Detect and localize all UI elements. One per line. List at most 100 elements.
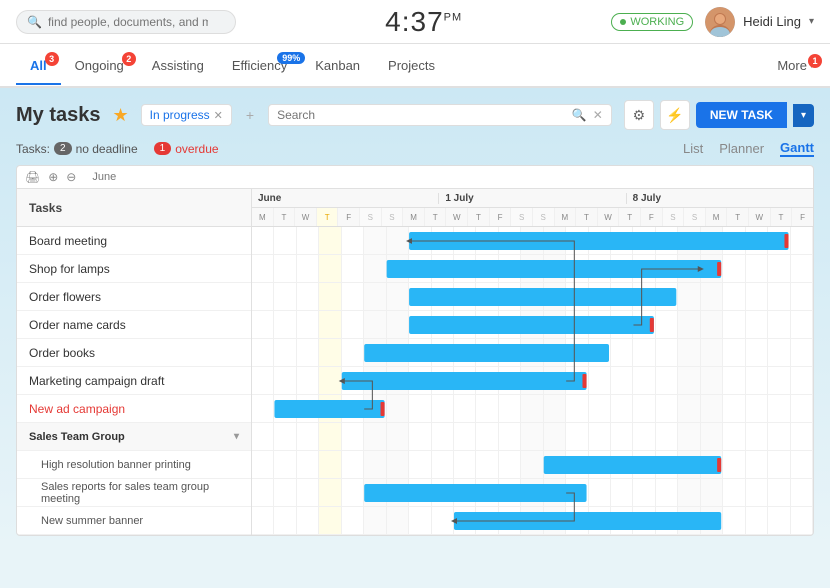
new-task-button[interactable]: NEW TASK	[696, 102, 787, 128]
gantt-cell	[342, 451, 364, 478]
gantt-cell	[432, 311, 454, 338]
gantt-cell	[274, 227, 296, 254]
gantt-cell	[342, 367, 364, 394]
search-bar[interactable]: 🔍	[16, 10, 236, 34]
gantt-cell	[387, 507, 409, 534]
day-col: W	[749, 208, 771, 226]
gantt-cell	[297, 311, 319, 338]
gantt-row	[252, 255, 813, 283]
task-row[interactable]: Order flowers	[17, 283, 251, 311]
task-row-red[interactable]: New ad campaign	[17, 395, 251, 423]
month-label: June	[92, 171, 116, 183]
gantt-cell	[432, 367, 454, 394]
gantt-cell	[746, 339, 768, 366]
gantt-cell	[544, 311, 566, 338]
task-list: Tasks Board meeting Shop for lamps Order…	[17, 189, 252, 535]
day-col: W	[598, 208, 620, 226]
group-collapse-icon[interactable]: ▾	[234, 431, 239, 442]
task-search-input[interactable]	[277, 108, 566, 122]
gantt-cell	[387, 255, 409, 282]
lightning-button[interactable]: ⚡	[660, 100, 690, 130]
favorite-icon[interactable]: ★	[113, 105, 129, 126]
day-col: T	[619, 208, 641, 226]
zoom-out-icon[interactable]: ⊖	[66, 170, 76, 184]
gantt-cell	[364, 339, 386, 366]
task-row[interactable]: Marketing campaign draft	[17, 367, 251, 395]
task-row[interactable]: Board meeting	[17, 227, 251, 255]
gantt-cell	[499, 423, 521, 450]
gantt-cell	[409, 395, 431, 422]
gantt-cell	[274, 479, 296, 506]
gantt-cell	[387, 451, 409, 478]
gantt-cell	[409, 479, 431, 506]
gantt-cell	[432, 451, 454, 478]
gantt-cell	[364, 283, 386, 310]
gantt-cell	[274, 255, 296, 282]
gantt-cell	[656, 255, 678, 282]
task-row[interactable]: Order name cards	[17, 311, 251, 339]
view-list[interactable]: List	[683, 140, 703, 157]
gantt-cell	[791, 367, 813, 394]
tab-kanban[interactable]: Kanban	[301, 48, 374, 85]
tab-all[interactable]: All 3	[16, 48, 61, 85]
gantt-cell	[274, 423, 296, 450]
gantt-cell	[252, 395, 274, 422]
gantt-cell	[364, 395, 386, 422]
gantt-cell	[409, 311, 431, 338]
gantt-cell	[521, 451, 543, 478]
gantt-cell	[678, 311, 700, 338]
task-group-row[interactable]: Sales Team Group ▾	[17, 423, 251, 451]
gantt-cell	[454, 283, 476, 310]
new-task-dropdown-button[interactable]: ▾	[793, 104, 814, 127]
inline-search-icon: 🔍	[572, 108, 587, 122]
print-icon[interactable]: 🖨	[25, 170, 40, 184]
gantt-cell	[252, 227, 274, 254]
task-row[interactable]: Shop for lamps	[17, 255, 251, 283]
gantt-cell	[656, 339, 678, 366]
gantt-cell	[633, 227, 655, 254]
task-row-sub[interactable]: High resolution banner printing	[17, 451, 251, 479]
more-menu[interactable]: More ▾ 1	[777, 58, 814, 73]
gantt-cell	[499, 395, 521, 422]
task-row-sub[interactable]: Sales reports for sales team group meeti…	[17, 479, 251, 507]
day-col: M	[706, 208, 728, 226]
gantt-cell	[723, 395, 745, 422]
header-actions: ⚙ ⚡ NEW TASK ▾	[624, 100, 814, 130]
gantt-cell	[432, 227, 454, 254]
view-planner[interactable]: Planner	[719, 140, 764, 157]
tab-ongoing[interactable]: Ongoing 2	[61, 48, 138, 85]
filter-close-icon[interactable]: ✕	[214, 109, 223, 122]
gantt-cell	[746, 507, 768, 534]
gantt-cell	[521, 311, 543, 338]
tab-efficiency[interactable]: Efficiency 99%	[218, 48, 301, 85]
tab-assisting[interactable]: Assisting	[138, 48, 218, 85]
inline-search-clear-icon[interactable]: ✕	[593, 108, 603, 122]
gantt-cell	[499, 255, 521, 282]
gantt-cell	[723, 311, 745, 338]
nav-tabs: All 3 Ongoing 2 Assisting Efficiency 99%…	[0, 44, 830, 88]
settings-button[interactable]: ⚙	[624, 100, 654, 130]
zoom-in-icon[interactable]: ⊕	[48, 170, 58, 184]
gantt-cell	[476, 423, 498, 450]
search-input[interactable]	[48, 15, 208, 29]
gantt-cell	[499, 227, 521, 254]
content-area: My tasks ★ In progress ✕ + 🔍 ✕ ⚙ ⚡ NEW T…	[0, 88, 830, 548]
inline-search[interactable]: 🔍 ✕	[268, 104, 612, 126]
filter-tag[interactable]: In progress ✕	[141, 104, 232, 126]
gantt-row	[252, 311, 813, 339]
user-info[interactable]: Heidi Ling ▾	[705, 7, 814, 37]
day-col: W	[295, 208, 317, 226]
gantt-cell	[723, 339, 745, 366]
gantt-cell	[454, 255, 476, 282]
task-row[interactable]: Order books	[17, 339, 251, 367]
gantt-row	[252, 227, 813, 255]
gantt-cell	[611, 339, 633, 366]
task-row-sub[interactable]: New summer banner	[17, 507, 251, 535]
tab-projects[interactable]: Projects	[374, 48, 449, 85]
gantt-cell	[252, 423, 274, 450]
gantt-cell	[432, 255, 454, 282]
ongoing-badge: 2	[122, 52, 136, 66]
view-gantt[interactable]: Gantt	[780, 140, 814, 157]
gantt-cell	[454, 479, 476, 506]
page-title: My tasks	[16, 104, 101, 127]
